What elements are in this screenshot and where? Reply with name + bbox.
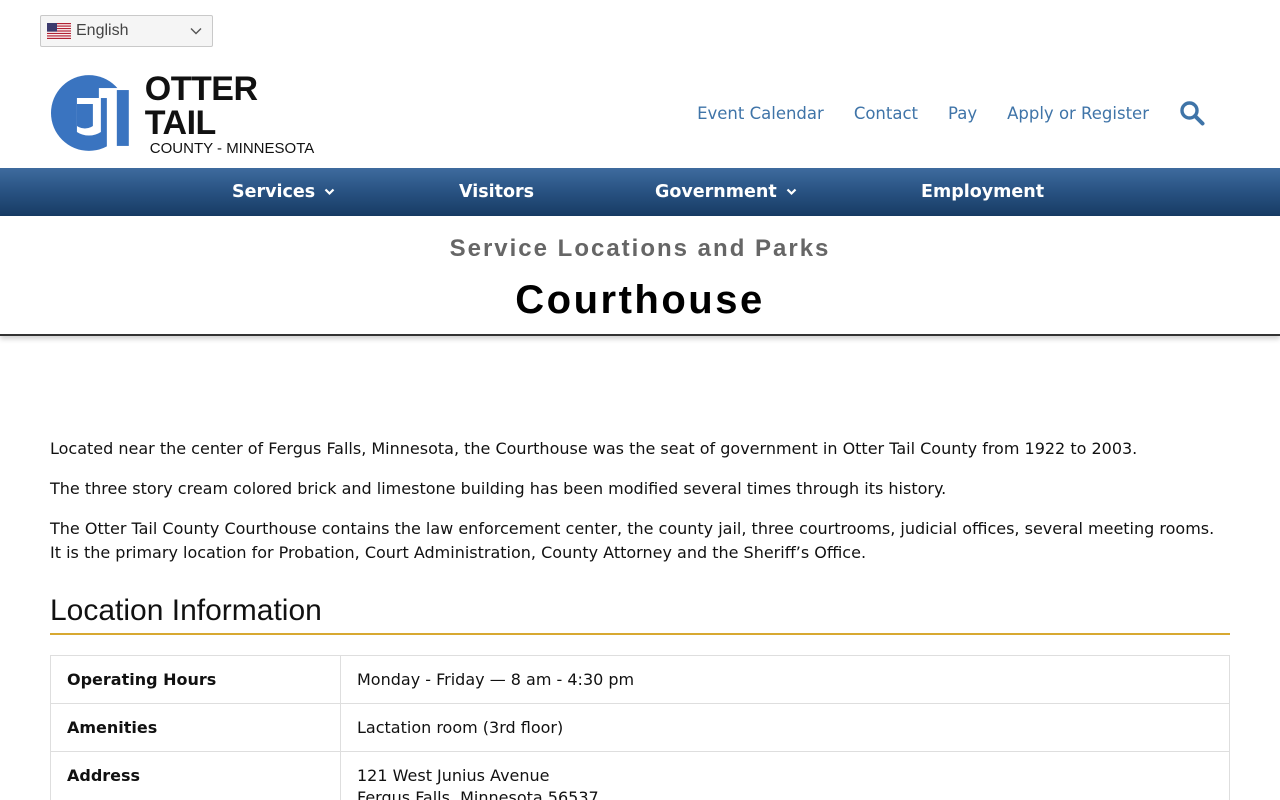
amenities-value: Lactation room (3rd floor) bbox=[340, 703, 1230, 752]
language-select-value: English bbox=[76, 22, 129, 39]
address-label: Address bbox=[50, 751, 341, 800]
pay-link[interactable]: Pay bbox=[948, 104, 977, 123]
chevron-down-icon bbox=[786, 188, 796, 196]
nav-services-label: Services bbox=[232, 182, 316, 202]
operating-hours-label: Operating Hours bbox=[50, 655, 341, 704]
page-header: Service Locations and Parks Courthouse bbox=[0, 216, 1280, 336]
nav-visitors-label: Visitors bbox=[459, 182, 535, 202]
brand-subtitle: COUNTY - MINNESOTA bbox=[149, 139, 315, 157]
event-calendar-link[interactable]: Event Calendar bbox=[697, 104, 824, 123]
nav-visitors[interactable]: Visitors bbox=[459, 168, 534, 216]
brand-name: OTTER TAIL bbox=[144, 69, 258, 142]
nav-services[interactable]: Services bbox=[232, 168, 335, 216]
county-logo[interactable]: OTTER TAIL COUNTY - MINNESOTA bbox=[47, 69, 337, 157]
amenities-label: Amenities bbox=[50, 703, 341, 752]
operating-hours-value: Monday - Friday — 8 am - 4:30 pm bbox=[340, 655, 1230, 704]
location-information-heading: Location Information bbox=[50, 594, 322, 627]
chevron-down-icon bbox=[324, 188, 335, 196]
page-content: Located near the center of Fergus Falls,… bbox=[50, 437, 1230, 581]
nav-government-label: Government bbox=[655, 182, 777, 202]
main-nav: Services Visitors Government Employment bbox=[0, 168, 1280, 216]
address-value: 121 West Junius Avenue Fergus Falls, Min… bbox=[340, 751, 1230, 800]
us-flag-icon bbox=[47, 23, 71, 39]
address-line-2: Fergus Falls, Minnesota 56537 bbox=[357, 788, 599, 800]
utility-nav: Event Calendar Contact Pay Apply or Regi… bbox=[667, 100, 1205, 126]
facilities-paragraph: The Otter Tail County Courthouse contain… bbox=[50, 519, 1215, 562]
table-row: Operating Hours Monday - Friday — 8 am -… bbox=[50, 655, 1230, 704]
address-line-1: 121 West Junius Avenue bbox=[357, 766, 550, 785]
otter-tail-logo-icon bbox=[50, 75, 131, 152]
building-paragraph: The three story cream colored brick and … bbox=[50, 479, 947, 498]
apply-or-register-link[interactable]: Apply or Register bbox=[1007, 104, 1149, 123]
nav-employment[interactable]: Employment bbox=[921, 168, 1044, 216]
table-row: Address 121 West Junius Avenue Fergus Fa… bbox=[50, 751, 1230, 800]
table-row: Amenities Lactation room (3rd floor) bbox=[50, 703, 1230, 752]
section-breadcrumb[interactable]: Service Locations and Parks bbox=[0, 235, 1280, 263]
location-info-table: Operating Hours Monday - Friday — 8 am -… bbox=[50, 655, 1230, 800]
search-icon bbox=[1180, 101, 1205, 126]
intro-paragraph: Located near the center of Fergus Falls,… bbox=[50, 439, 1138, 458]
nav-employment-label: Employment bbox=[921, 182, 1045, 202]
language-select[interactable]: English bbox=[40, 15, 213, 47]
page-title: Courthouse bbox=[515, 278, 765, 322]
chevron-down-icon bbox=[190, 28, 202, 35]
location-information-heading-block: Location Information bbox=[50, 594, 1230, 635]
contact-link[interactable]: Contact bbox=[854, 104, 918, 123]
nav-government[interactable]: Government bbox=[655, 168, 797, 216]
search-button[interactable] bbox=[1179, 100, 1205, 126]
